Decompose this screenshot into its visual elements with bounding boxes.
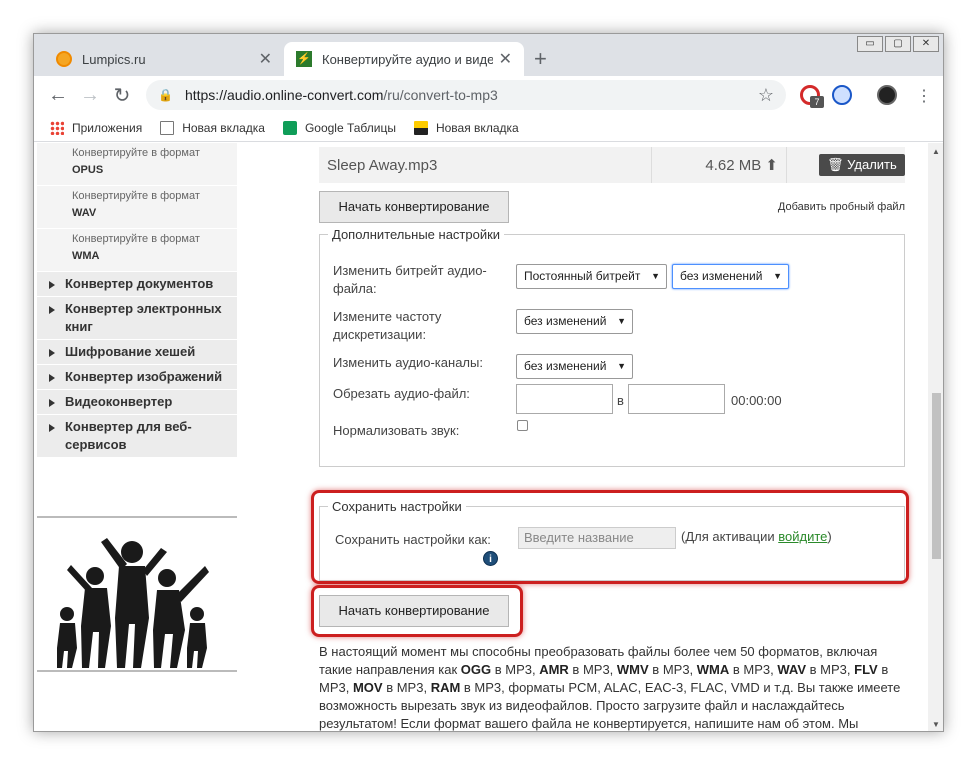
sheets-icon bbox=[282, 120, 297, 135]
bookmark-apps[interactable]: Приложения bbox=[50, 120, 142, 135]
tab-close-icon[interactable]: ✕ bbox=[499, 49, 512, 69]
sidebar-item-wav[interactable]: Конвертируйте в формат WAV bbox=[37, 186, 237, 229]
highlight-start-button bbox=[311, 585, 523, 637]
window-controls: ▭ ▢ ✕ bbox=[855, 36, 939, 52]
samplerate-label: Измените частоту дискретизации: bbox=[333, 309, 442, 342]
page-icon bbox=[160, 120, 175, 135]
browser-window: Lumpics.ru ✕ ⚡ Конвертируйте аудио и вид… bbox=[33, 33, 944, 732]
bookmark-new-tab[interactable]: Новая вкладка bbox=[160, 120, 265, 135]
description-text: В настоящий момент мы способны преобразо… bbox=[319, 644, 901, 731]
lumpics-favicon-icon bbox=[56, 51, 72, 67]
scrollbar-thumb[interactable] bbox=[932, 393, 941, 559]
highlight-save-settings bbox=[311, 490, 909, 584]
new-tab-icon[interactable]: + bbox=[534, 46, 547, 72]
chevron-down-icon: ▼ bbox=[617, 361, 626, 371]
url-text: https://audio.online-convert.com/ru/conv… bbox=[184, 87, 498, 103]
apps-icon bbox=[50, 120, 64, 135]
avatar[interactable] bbox=[877, 85, 897, 105]
bookmark-google-sheets[interactable]: Google Таблицы bbox=[282, 120, 396, 135]
sidebar-item-ebooks[interactable]: Конвертер электронных книг bbox=[37, 297, 237, 340]
online-convert-favicon-icon: ⚡ bbox=[296, 51, 312, 67]
sidebar-item-web-services[interactable]: Конвертер для веб-сервисов bbox=[37, 415, 237, 458]
tab-convert[interactable]: ⚡ Конвертируйте аудио и видео в ✕ bbox=[284, 42, 524, 76]
dancers-silhouette-icon bbox=[57, 538, 209, 668]
trim-end-time: 00:00:00 bbox=[731, 393, 782, 408]
trim-end-input[interactable] bbox=[628, 384, 725, 414]
start-conversion-button[interactable]: Начать конвертирование bbox=[319, 191, 509, 223]
page-content: Конвертируйте в формат OPUS Конвертируйт… bbox=[34, 143, 943, 731]
dancers-image bbox=[37, 516, 237, 672]
file-size: 4.62 MB ⬆ bbox=[652, 147, 787, 183]
samplerate-select[interactable]: без изменений ▼ bbox=[516, 309, 633, 334]
channels-select[interactable]: без изменений ▼ bbox=[516, 354, 633, 379]
page-scrollbar[interactable]: ▲ ▼ bbox=[928, 143, 943, 731]
bitrate-mode-select[interactable]: Постоянный битрейт ▼ bbox=[516, 264, 667, 289]
scroll-down-icon[interactable]: ▼ bbox=[932, 720, 940, 729]
back-icon[interactable]: ← bbox=[42, 84, 74, 107]
tab-title: Lumpics.ru bbox=[82, 51, 146, 67]
file-row: Sleep Away.mp3 4.62 MB ⬆ 🗑 Удалить bbox=[319, 147, 905, 183]
trim-start-input[interactable] bbox=[516, 384, 613, 414]
globe-extension-icon[interactable] bbox=[832, 85, 852, 105]
tab-title: Конвертируйте аудио и видео в bbox=[322, 51, 493, 67]
bookmark-star-icon[interactable]: ☆ bbox=[758, 85, 774, 106]
delete-button[interactable]: 🗑 Удалить bbox=[819, 154, 905, 176]
bookmark-new-tab-2[interactable]: Новая вкладка bbox=[413, 120, 519, 135]
normalize-checkbox[interactable] bbox=[517, 420, 528, 431]
chevron-down-icon: ▼ bbox=[617, 316, 626, 326]
channels-label: Изменить аудио-каналы: bbox=[333, 355, 483, 370]
lock-icon: 🔒 bbox=[158, 88, 173, 102]
close-window-icon[interactable]: ✕ bbox=[913, 36, 939, 52]
advanced-settings-legend: Дополнительные настройки bbox=[332, 227, 501, 242]
tab-close-icon[interactable]: ✕ bbox=[259, 49, 272, 69]
trim-label: Обрезать аудио-файл: bbox=[333, 386, 470, 401]
forward-icon[interactable]: → bbox=[74, 84, 106, 107]
tab-strip: Lumpics.ru ✕ ⚡ Конвертируйте аудио и вид… bbox=[34, 34, 943, 76]
sidebar-item-hashes[interactable]: Шифрование хешей bbox=[37, 340, 237, 365]
sidebar-item-wma[interactable]: Конвертируйте в формат WMA bbox=[37, 229, 237, 272]
advanced-settings: Дополнительные настройки Изменить битрей… bbox=[319, 227, 905, 467]
chevron-down-icon: ▼ bbox=[773, 271, 782, 281]
scroll-up-icon[interactable]: ▲ bbox=[932, 147, 940, 156]
image-icon bbox=[413, 120, 428, 135]
chevron-down-icon: ▼ bbox=[651, 271, 660, 281]
tab-lumpics[interactable]: Lumpics.ru ✕ bbox=[44, 42, 284, 76]
sidebar: Конвертируйте в формат OPUS Конвертируйт… bbox=[37, 143, 237, 672]
sidebar-item-opus[interactable]: Конвертируйте в формат OPUS bbox=[37, 143, 237, 186]
address-bar[interactable]: 🔒 https://audio.online-convert.com/ru/co… bbox=[146, 80, 786, 110]
trim-separator: в bbox=[617, 393, 624, 408]
minimize-icon[interactable]: ▭ bbox=[857, 36, 883, 52]
upload-icon: ⬆ bbox=[765, 157, 778, 174]
add-sample-file-link[interactable]: Добавить пробный файл bbox=[778, 201, 905, 213]
reload-icon[interactable]: ↻ bbox=[106, 83, 138, 108]
bookmarks-bar: Приложения Новая вкладка Google Таблицы … bbox=[34, 114, 943, 142]
sidebar-item-documents[interactable]: Конвертер документов bbox=[37, 272, 237, 297]
bitrate-label: Изменить битрейт аудио-файла: bbox=[333, 263, 487, 296]
menu-icon[interactable]: ⋮ bbox=[916, 86, 932, 106]
bitrate-value-select[interactable]: без изменений ▼ bbox=[672, 264, 789, 289]
sidebar-item-video[interactable]: Видеоконвертер bbox=[37, 390, 237, 415]
extension-badge: 7 bbox=[810, 96, 824, 108]
file-name: Sleep Away.mp3 bbox=[319, 147, 652, 183]
trash-icon: 🗑 bbox=[827, 157, 844, 172]
maximize-icon[interactable]: ▢ bbox=[885, 36, 911, 52]
sidebar-item-images[interactable]: Конвертер изображений bbox=[37, 365, 237, 390]
browser-toolbar: ← → ↻ 🔒 https://audio.online-convert.com… bbox=[34, 76, 943, 114]
normalize-label: Нормализовать звук: bbox=[333, 423, 460, 438]
